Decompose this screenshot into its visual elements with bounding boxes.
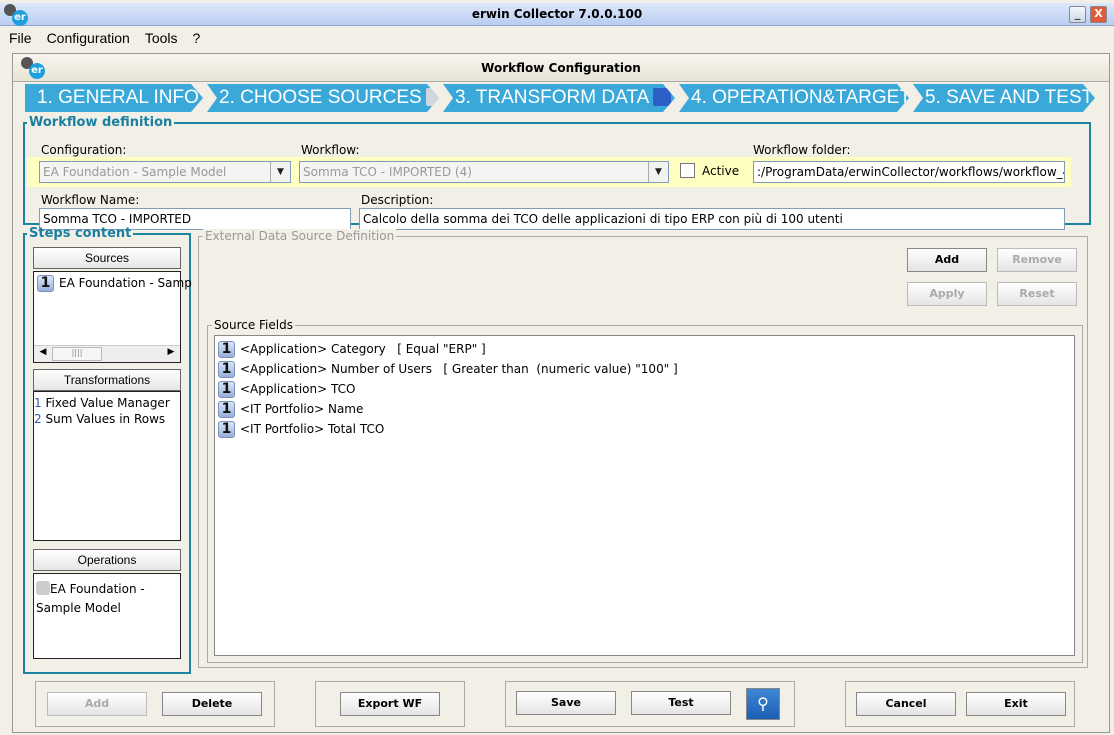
step-general-info[interactable]: 1. GENERAL INFO (25, 84, 203, 112)
workflow-name-label: Workflow Name: (41, 193, 140, 207)
configuration-select[interactable]: EA Foundation - Sample Model ▼ (39, 161, 291, 183)
operations-header[interactable]: Operations (33, 549, 181, 571)
minimize-button[interactable]: _ (1069, 6, 1086, 23)
export-group: Export WF (315, 681, 465, 727)
list-item[interactable]: 1 EA Foundation - Samp (34, 272, 192, 292)
inspect-search-icon[interactable]: ⚲ (746, 688, 780, 720)
active-checkbox[interactable] (680, 163, 695, 178)
scroll-thumb[interactable]: |||| (52, 347, 102, 361)
workflow-folder-label: Workflow folder: (753, 143, 851, 157)
cube-icon (36, 581, 50, 595)
menu-bar: File Configuration Tools? (0, 27, 1114, 49)
remove-source-button[interactable]: Remove (997, 248, 1077, 272)
dialog-header: er Workflow Configuration (13, 54, 1109, 82)
menu-file[interactable]: File (9, 30, 32, 46)
database-icon (426, 88, 444, 106)
transformations-header[interactable]: Transformations (33, 369, 181, 391)
source-field-row[interactable]: 1 <Application> Category [ Equal "ERP" ] (218, 339, 1074, 359)
configuration-label: Configuration: (41, 143, 127, 157)
workflow-configuration-dialog: er Workflow Configuration 1. GENERAL INF… (12, 53, 1110, 733)
scroll-left-icon[interactable]: ◀ (36, 347, 50, 361)
workflow-label: Workflow: (301, 143, 360, 157)
step-operation-target[interactable]: 4. OPERATION&TARGET (679, 84, 909, 112)
step-save-and-test[interactable]: 5. SAVE AND TEST ✔ (913, 84, 1095, 112)
workflow-select[interactable]: Somma TCO - IMPORTED (4) ▼ (299, 161, 669, 183)
add-button[interactable]: Add (47, 692, 147, 716)
source-field-row[interactable]: 1 <IT Portfolio> Name (218, 399, 1074, 419)
add-source-button[interactable]: Add (907, 248, 987, 272)
wizard-steps: 1. GENERAL INFO 2. CHOOSE SOURCES 3. TRA… (25, 84, 1099, 112)
sources-header[interactable]: Sources (33, 247, 181, 269)
dialog-title: Workflow Configuration (481, 61, 641, 75)
source-field-row[interactable]: 1 <Application> Number of Users [ Greater… (218, 359, 1074, 379)
chevron-down-icon: ▼ (648, 162, 668, 182)
description-field[interactable]: Calcolo della somma dei TCO delle applic… (359, 208, 1065, 230)
step-transform-data[interactable]: 3. TRANSFORM DATA (443, 84, 675, 112)
operations-list: EA Foundation - Sample Model (33, 573, 181, 659)
menu-help[interactable]: ? (193, 30, 201, 46)
reset-button[interactable]: Reset (997, 282, 1077, 306)
cancel-exit-group: Cancel Exit (845, 681, 1075, 727)
menu-tools[interactable]: Tools (145, 30, 178, 46)
add-delete-group: Add Delete (35, 681, 275, 727)
external-data-source-group: External Data Source Definition Add Remo… (198, 229, 1088, 668)
list-item[interactable]: EA Foundation - Sample Model (36, 580, 178, 618)
sources-list: 1 EA Foundation - Samp ◀ |||| ▶ (33, 271, 192, 363)
save-button[interactable]: Save (516, 691, 616, 715)
list-item[interactable]: 1 Fixed Value Manager (34, 395, 180, 411)
cancel-button[interactable]: Cancel (856, 692, 956, 716)
source-fields-group: Source Fields 1 <Application> Category [ … (207, 318, 1083, 663)
window-title: erwin Collector 7.0.0.100 (471, 7, 643, 21)
scroll-right-icon[interactable]: ▶ (164, 347, 178, 361)
source-field-row[interactable]: 1 <IT Portfolio> Total TCO (218, 419, 1074, 439)
menu-configuration[interactable]: Configuration (47, 30, 130, 46)
workflow-definition-group: Workflow definition Configuration: Workf… (23, 115, 1091, 230)
exit-button[interactable]: Exit (966, 692, 1066, 716)
workflow-definition-legend: Workflow definition (29, 115, 173, 130)
source-field-row[interactable]: 1 <Application> TCO (218, 379, 1074, 399)
step-choose-sources[interactable]: 2. CHOOSE SOURCES (207, 84, 439, 112)
source-fields-list: 1 <Application> Category [ Equal "ERP" ] … (214, 335, 1075, 656)
save-test-group: Save Test ⚲ (505, 681, 795, 727)
source-fields-legend: Source Fields (212, 318, 295, 332)
workflow-folder-field[interactable]: :/ProgramData/erwinCollector/workflows/w… (753, 161, 1065, 183)
description-label: Description: (361, 193, 434, 207)
transformations-list: 1 Fixed Value Manager 2 Sum Values in Ro… (33, 391, 181, 541)
horizontal-scrollbar[interactable]: ◀ |||| ▶ (34, 345, 180, 362)
steps-content-legend: Steps content (29, 226, 132, 241)
export-wf-button[interactable]: Export WF (340, 692, 440, 716)
active-label: Active (702, 164, 740, 178)
test-button[interactable]: Test (631, 691, 731, 715)
title-bar: er erwin Collector 7.0.0.100 _ X (0, 3, 1114, 26)
list-item[interactable]: 2 Sum Values in Rows (34, 411, 180, 427)
apply-button[interactable]: Apply (907, 282, 987, 306)
steps-content-group: Steps content Sources 1 EA Foundation - S… (23, 226, 192, 674)
chevron-down-icon: ▼ (270, 162, 290, 182)
close-button[interactable]: X (1090, 6, 1107, 23)
external-data-source-legend: External Data Source Definition (203, 229, 397, 243)
delete-button[interactable]: Delete (162, 692, 262, 716)
checkmark-icon: ✔ (1097, 90, 1113, 110)
transform-icon (653, 88, 671, 106)
